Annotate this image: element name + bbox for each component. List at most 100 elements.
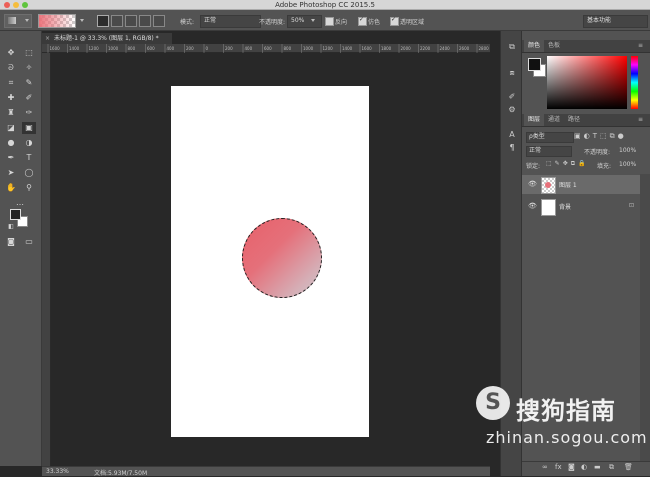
reverse-checkbox[interactable] — [325, 17, 334, 26]
close-icon[interactable]: × — [45, 33, 50, 44]
clone-stamp-tool-icon[interactable]: ♜ — [4, 107, 18, 119]
layer-style-icon[interactable]: fx — [555, 463, 562, 471]
adjustment-layer-icon[interactable]: ◐ — [581, 463, 587, 471]
document-tab-title: 未标题-1 @ 33.3% (图层 1, RGB/8) * — [54, 35, 159, 42]
panel-foreground-swatch[interactable] — [528, 58, 541, 71]
ruler-tick-label: 200 — [186, 46, 194, 51]
layer-filter-icons[interactable]: ▣◐T⬚⧉● — [574, 132, 644, 141]
lock-label: 锁定: — [526, 163, 541, 170]
document-tab[interactable]: × 未标题-1 @ 33.3% (图层 1, RGB/8) * — [42, 33, 172, 44]
ruler-tick-label: 1000 — [108, 46, 119, 51]
opacity-field[interactable]: 50% — [287, 15, 322, 28]
lock-options-icons[interactable]: ⬚✎✥⧉🔒 — [546, 160, 588, 168]
reflected-gradient-button[interactable] — [139, 15, 151, 27]
ruler-tick-label: 800 — [128, 46, 136, 51]
dodge-tool-icon[interactable]: ◑ — [22, 137, 36, 149]
ellipse-tool-icon[interactable]: ◯ — [22, 167, 36, 179]
ruler-vertical — [42, 53, 51, 466]
move-tool-icon[interactable]: ✥ — [4, 47, 18, 59]
foreground-color-swatch[interactable] — [10, 209, 21, 220]
tab-color[interactable]: 颜色 — [524, 40, 545, 52]
gradient-editor-swatch[interactable] — [38, 14, 76, 28]
tab-layers[interactable]: 图层 — [524, 114, 545, 126]
new-group-icon[interactable]: ▬ — [594, 463, 601, 471]
lasso-tool-icon[interactable]: ᘐ — [4, 62, 18, 74]
fill-value[interactable]: 100% — [619, 161, 636, 168]
pen-tool-icon[interactable]: ✒ — [4, 152, 18, 164]
properties-panel-icon[interactable]: ⧈ — [506, 67, 518, 78]
brush-panel-icon[interactable]: ✐ — [506, 91, 518, 102]
history-panel-icon[interactable]: ⧉ — [506, 41, 518, 52]
add-mask-icon[interactable]: ◙ — [568, 463, 575, 471]
history-brush-tool-icon[interactable]: ✑ — [22, 107, 36, 119]
ruler-ticks: 1600 1400 1200 1000 800 600 400 200 0 200 400 600 80… — [47, 44, 490, 53]
color-spectrum[interactable] — [547, 56, 627, 109]
layers-scrollbar[interactable] — [640, 174, 650, 461]
ruler-tick-label: 600 — [147, 46, 155, 51]
path-selection-tool-icon[interactable]: ➤ — [4, 167, 18, 179]
panel-menu-icon[interactable]: ≡ — [634, 40, 647, 52]
crop-tool-icon[interactable]: ⌗ — [4, 77, 18, 89]
ruler-tick-label: 800 — [284, 46, 292, 51]
eye-icon[interactable]: 👁 — [528, 180, 537, 188]
opacity-label: 不透明度: — [259, 19, 286, 26]
ruler-tick-label: 2200 — [420, 46, 431, 51]
ruler-tick-label: 600 — [264, 46, 272, 51]
mode-label: 模式: — [180, 19, 195, 26]
diamond-gradient-button[interactable] — [153, 15, 165, 27]
layer-blend-mode-select[interactable]: 正常 — [526, 146, 572, 157]
ruler-horizontal: 1600 1400 1200 1000 800 600 400 200 0 200 400 600 80… — [42, 44, 490, 53]
dither-label: 仿色 — [368, 19, 381, 26]
layer-filter-select[interactable]: ρ类型 — [526, 132, 574, 143]
eraser-tool-icon[interactable]: ◪ — [4, 122, 18, 134]
ruler-tick-label: 2800 — [479, 46, 490, 51]
character-panel-icon[interactable]: A — [506, 129, 518, 140]
screen-mode-icon[interactable]: ▭ — [22, 236, 36, 248]
paragraph-panel-icon[interactable]: ¶ — [506, 142, 518, 153]
layer-name: 图层 1 — [559, 182, 577, 189]
tab-channels[interactable]: 通道 — [544, 114, 564, 126]
gradient-tool-icon[interactable]: ▣ — [22, 122, 36, 134]
link-layers-icon[interactable]: ∞ — [542, 463, 548, 471]
workspace-select[interactable]: 基本功能 — [583, 15, 648, 28]
layer-row[interactable]: 👁 图层 1 — [522, 175, 640, 194]
mode-select[interactable]: 正常 — [200, 15, 261, 28]
ruler-tick-label: 2000 — [401, 46, 412, 51]
layer-thumbnail — [541, 177, 556, 194]
linear-gradient-button[interactable] — [97, 15, 109, 27]
tab-paths[interactable]: 路径 — [564, 114, 584, 126]
magic-wand-tool-icon[interactable]: ✧ — [22, 62, 36, 74]
title-bar: Adobe Photoshop CC 2015.5 — [0, 0, 650, 10]
ruler-tick-label: 400 — [167, 46, 175, 51]
marquee-tool-icon[interactable]: ⬚ — [22, 47, 36, 59]
brush-tool-icon[interactable]: ✐ — [22, 92, 36, 104]
panel-menu-icon[interactable]: ≡ — [634, 114, 647, 126]
type-tool-icon[interactable]: T — [22, 152, 36, 164]
tab-swatches[interactable]: 色板 — [544, 40, 564, 52]
layer-opacity-value[interactable]: 100% — [619, 147, 636, 154]
layer-row[interactable]: 👁 背景 ⊡ — [522, 197, 640, 216]
more-tools-icon[interactable]: … — [13, 197, 27, 209]
zoom-level[interactable]: 33.33% — [46, 468, 69, 475]
new-layer-icon[interactable]: ⧉ — [609, 463, 614, 472]
adjustments-panel-icon[interactable]: ⚙ — [506, 104, 518, 115]
blur-tool-icon[interactable]: ● — [4, 137, 18, 149]
healing-brush-tool-icon[interactable]: ✚ — [4, 92, 18, 104]
watermark-url: zhinan.sogou.com — [486, 428, 648, 447]
eye-icon[interactable]: 👁 — [528, 202, 537, 210]
trash-icon[interactable]: 🗑 — [624, 463, 633, 471]
eyedropper-tool-icon[interactable]: ✎ — [22, 77, 36, 89]
hand-tool-icon[interactable]: ✋ — [4, 182, 18, 194]
zoom-tool-icon[interactable]: ⚲ — [22, 182, 36, 194]
fill-label: 填充: — [597, 163, 612, 170]
radial-gradient-button[interactable] — [111, 15, 123, 27]
quick-mask-icon[interactable]: ◙ — [4, 236, 18, 248]
dither-checkbox[interactable] — [358, 16, 367, 26]
angle-gradient-button[interactable] — [125, 15, 137, 27]
default-colors-icon[interactable]: ◧ — [4, 221, 18, 233]
transparency-checkbox[interactable] — [390, 16, 399, 26]
watermark-text: 搜狗指南 — [516, 397, 616, 425]
hue-slider[interactable] — [631, 56, 638, 109]
color-panel-tabs: 颜色 色板 ≡ — [522, 40, 650, 53]
layer-name: 背景 — [559, 204, 572, 211]
